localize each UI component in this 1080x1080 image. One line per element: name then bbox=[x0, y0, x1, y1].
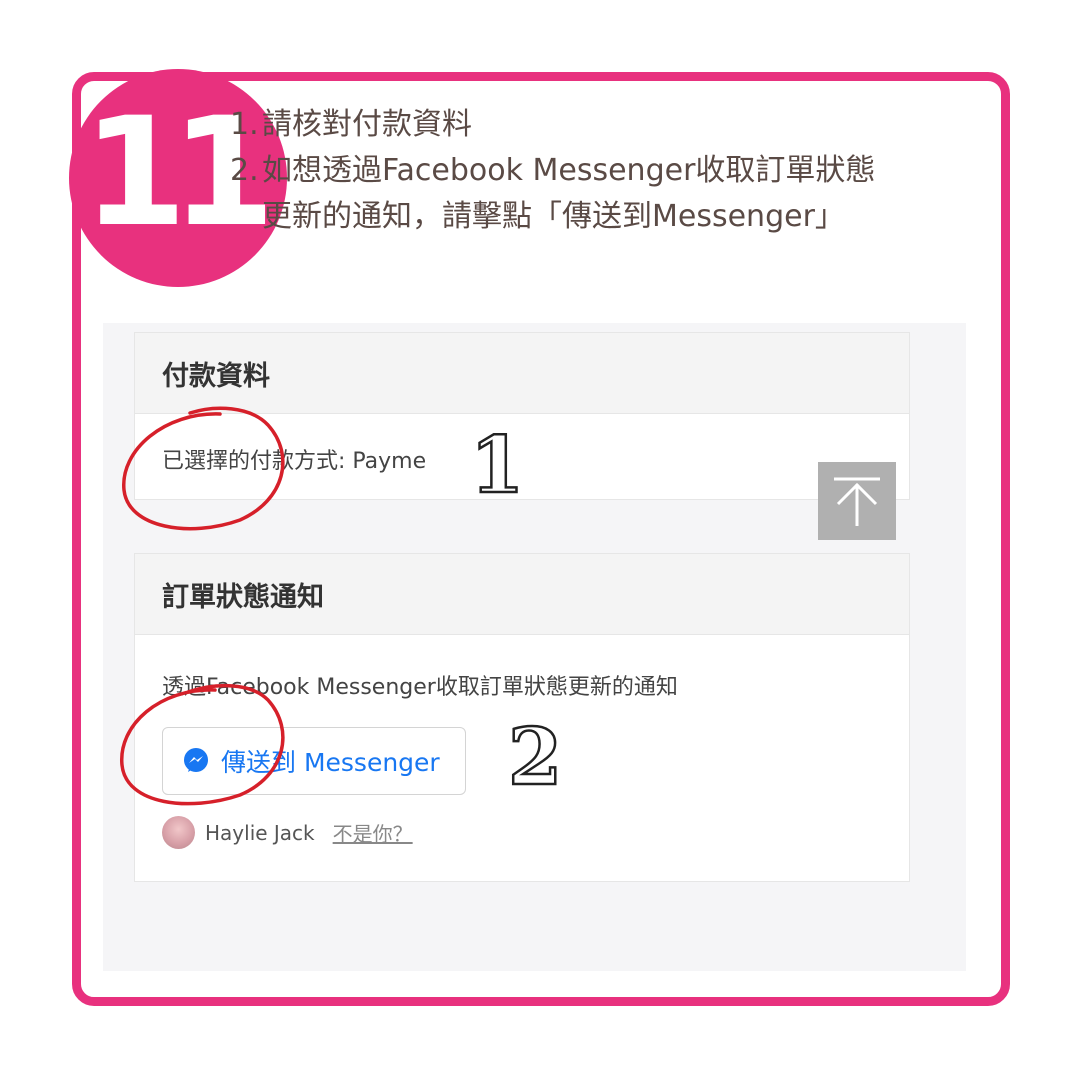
instruction-2-continuation: 更新的通知，請擊點「傳送到Messenger」 bbox=[230, 194, 990, 240]
messenger-user-row: Haylie Jack 不是你？ bbox=[162, 816, 413, 849]
instruction-list: 1. 請核對付款資料 2. 如想透過Facebook Messenger收取訂單… bbox=[230, 102, 990, 240]
notification-description: 透過Facebook Messenger收取訂單狀態更新的通知 bbox=[162, 675, 678, 700]
instruction-2-text: 如想透過Facebook Messenger收取訂單狀態 bbox=[262, 153, 876, 188]
arrow-up-to-line-icon bbox=[834, 477, 880, 526]
payment-info-title: 付款資料 bbox=[135, 333, 909, 414]
user-name: Haylie Jack bbox=[205, 820, 315, 845]
instruction-2: 2. 如想透過Facebook Messenger收取訂單狀態 bbox=[230, 148, 990, 194]
payment-info-card: 付款資料 已選擇的付款方式: Payme bbox=[134, 332, 910, 500]
order-notification-title: 訂單狀態通知 bbox=[135, 554, 909, 635]
send-to-messenger-button[interactable]: 傳送到 Messenger bbox=[162, 727, 466, 795]
order-notification-card: 訂單狀態通知 透過Facebook Messenger收取訂單狀態更新的通知 傳… bbox=[134, 553, 910, 882]
send-to-messenger-label: 傳送到 Messenger bbox=[221, 748, 440, 777]
instruction-1: 1. 請核對付款資料 bbox=[230, 102, 990, 148]
avatar bbox=[162, 816, 195, 849]
instruction-1-text: 請核對付款資料 bbox=[262, 107, 472, 142]
selected-payment-method: 已選擇的付款方式: Payme bbox=[162, 449, 427, 474]
scroll-to-top-button[interactable] bbox=[818, 462, 896, 540]
messenger-icon bbox=[184, 748, 208, 772]
instruction-2-number: 2. bbox=[230, 153, 259, 188]
instruction-1-number: 1. bbox=[230, 107, 259, 142]
not-you-link[interactable]: 不是你？ bbox=[333, 818, 413, 847]
instruction-2-continuation-text: 更新的通知，請擊點「傳送到Messenger」 bbox=[262, 199, 845, 234]
